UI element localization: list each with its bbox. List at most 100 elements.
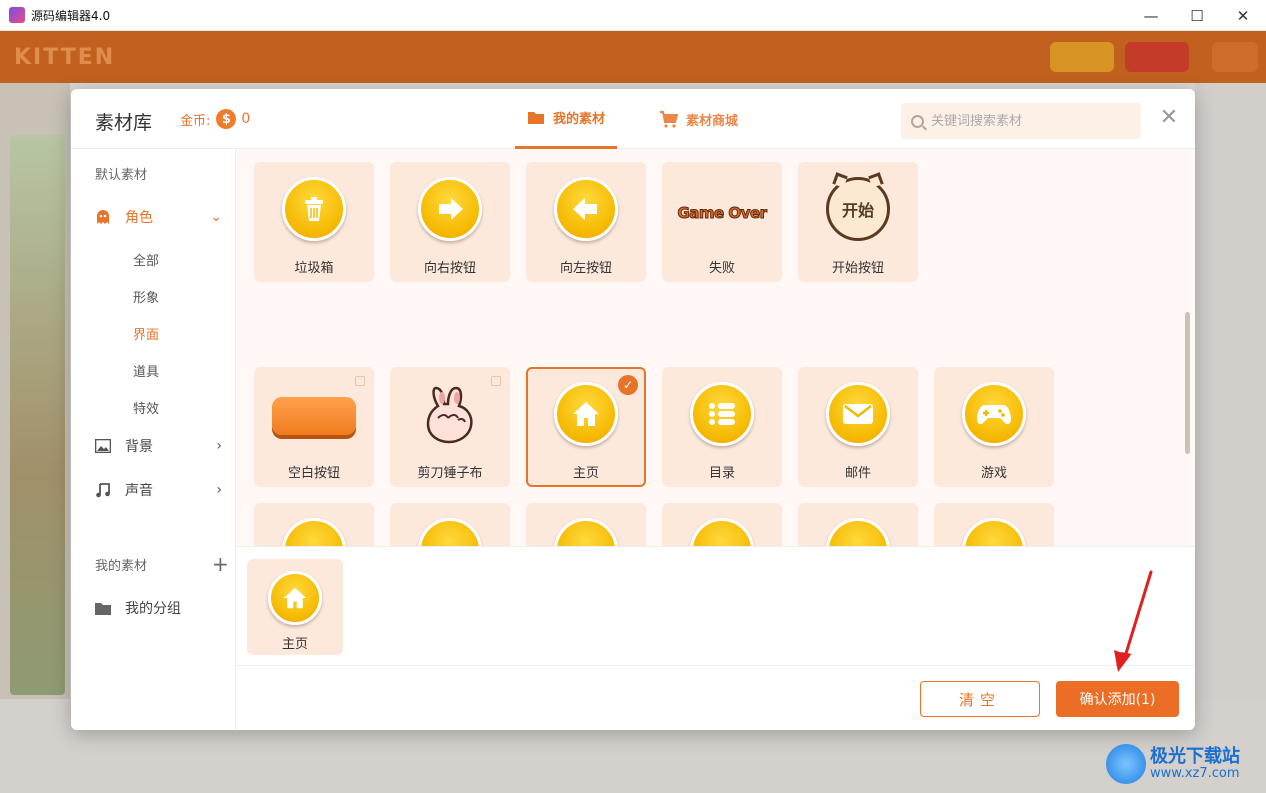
material-label: 开始按钮 <box>831 261 884 276</box>
material-label: 主页 <box>281 637 308 652</box>
gamepad-icon <box>962 382 1026 446</box>
coins-display: 金币: $ 0 <box>180 109 250 129</box>
list-icon <box>690 382 754 446</box>
material-card-left-button[interactable]: 向左按钮 <box>526 162 646 282</box>
minimize-button[interactable]: — <box>1128 0 1174 31</box>
game-over-icon: Game Over <box>674 200 770 226</box>
material-label: 向右按钮 <box>423 261 476 276</box>
material-card-rock-paper-scissors[interactable]: 剪刀锤子布 <box>390 367 510 487</box>
material-card-partial[interactable] <box>662 503 782 546</box>
folder-icon <box>95 600 111 616</box>
coin-icon: $ <box>216 109 237 129</box>
chevron-right-icon: › <box>216 438 222 454</box>
material-label: 邮件 <box>844 466 871 481</box>
material-card-mail[interactable]: 邮件 <box>798 367 918 487</box>
coin-button-icon <box>690 518 754 546</box>
coins-label: 金币: <box>180 113 211 129</box>
sidebar-subitem-all[interactable]: 全部 <box>133 250 159 269</box>
image-icon <box>95 438 111 454</box>
tab-my-materials[interactable]: 我的素材 <box>515 89 617 149</box>
material-card-partial[interactable] <box>526 503 646 546</box>
arrow-right-icon <box>418 177 482 241</box>
app-logo: KITTEN <box>14 45 116 70</box>
coin-button-icon <box>962 518 1026 546</box>
material-card-partial[interactable] <box>934 503 1054 546</box>
rock-paper-scissors-icon <box>418 382 482 446</box>
sidebar-item-label: 背景 <box>125 439 153 455</box>
sidebar-item-backgrounds[interactable]: 背景 › <box>95 434 230 458</box>
maximize-button[interactable]: ☐ <box>1174 0 1220 31</box>
home-icon <box>268 571 322 625</box>
sidebar-item-label: 角色 <box>125 210 153 226</box>
material-card-game-over[interactable]: Game Over 失败 <box>662 162 782 282</box>
material-card-blank-button[interactable]: 空白按钮 <box>254 367 374 487</box>
my-materials-heading: 我的素材 <box>95 559 148 574</box>
blank-button-icon <box>272 397 356 435</box>
material-label: 失败 <box>708 261 735 276</box>
material-card-partial[interactable] <box>798 503 918 546</box>
dialog-title: 素材库 <box>95 112 153 134</box>
clear-button[interactable]: 清空 <box>920 681 1040 717</box>
tab-material-store[interactable]: 素材商城 <box>659 89 759 149</box>
publish-pill <box>1125 42 1189 72</box>
right-panel-dimmed <box>1195 83 1266 793</box>
material-card-partial[interactable] <box>390 503 510 546</box>
chevron-down-icon: ⌄ <box>210 209 222 225</box>
coin-button-icon <box>282 518 346 546</box>
watermark-text: 极光下载站 <box>1150 745 1240 767</box>
material-card-home[interactable]: ✓ 主页 <box>526 367 646 487</box>
add-group-button[interactable]: + <box>212 554 229 574</box>
left-panel-dimmed <box>0 83 70 793</box>
material-label: 垃圾箱 <box>294 261 334 276</box>
dialog-header: 素材库 金币: $ 0 我的素材 素材商城 ✕ <box>71 89 1195 149</box>
confirm-add-button[interactable]: 确认添加(1) <box>1056 681 1179 717</box>
material-label: 游戏 <box>980 466 1007 481</box>
close-window-button[interactable]: ✕ <box>1220 0 1266 31</box>
default-materials-heading: 默认素材 <box>95 168 148 183</box>
search-input[interactable] <box>931 113 1131 129</box>
watermark-logo-icon <box>1106 744 1146 784</box>
sidebar-item-characters[interactable]: 角色 ⌄ <box>95 205 230 229</box>
selected-material-home[interactable]: 主页 <box>247 559 343 655</box>
ghost-icon <box>95 209 111 225</box>
music-note-icon <box>95 482 111 498</box>
sidebar-subitem-interface[interactable]: 界面 <box>133 324 159 343</box>
close-dialog-button[interactable]: ✕ <box>1157 106 1181 130</box>
sidebar-item-my-group[interactable]: 我的分组 <box>95 596 230 620</box>
copy-icon <box>491 376 501 386</box>
window-title-bar: 源码编辑器4.0 — ☐ ✕ <box>0 0 1266 31</box>
material-card-partial[interactable] <box>254 503 374 546</box>
start-icon: 开始 <box>826 172 890 241</box>
sidebar-item-label: 声音 <box>125 483 153 499</box>
app-top-bar: KITTEN <box>0 31 1266 83</box>
trash-icon <box>282 177 346 241</box>
tab-label: 素材商城 <box>686 113 739 129</box>
material-label: 向左按钮 <box>559 261 612 276</box>
search-icon <box>911 114 924 128</box>
home-icon <box>554 382 618 446</box>
cart-icon <box>660 110 678 128</box>
material-card-trash[interactable]: 垃圾箱 <box>254 162 374 282</box>
coin-button-icon <box>826 518 890 546</box>
material-card-catalog[interactable]: 目录 <box>662 367 782 487</box>
tab-label: 我的素材 <box>552 112 605 127</box>
material-library-dialog: 素材库 金币: $ 0 我的素材 素材商城 ✕ 默认素材 角色 ⌄ <box>71 89 1195 730</box>
material-card-game[interactable]: 游戏 <box>934 367 1054 487</box>
watermark: 极光下载站 www.xz7.com <box>1106 740 1261 788</box>
material-card-start-button[interactable]: 开始 开始按钮 <box>798 162 918 282</box>
material-label: 主页 <box>572 466 599 481</box>
mail-icon <box>826 382 890 446</box>
sidebar-subitem-props[interactable]: 道具 <box>133 361 159 380</box>
grid-scrollbar[interactable] <box>1185 312 1190 454</box>
check-icon: ✓ <box>618 375 638 395</box>
start-text: 开始 <box>841 201 874 220</box>
search-box[interactable] <box>901 103 1141 139</box>
material-card-right-button[interactable]: 向右按钮 <box>390 162 510 282</box>
game-over-text: Game Over <box>677 204 768 223</box>
material-label: 空白按钮 <box>287 466 340 481</box>
stage-preview <box>10 135 65 695</box>
save-pill <box>1050 42 1114 72</box>
sidebar-item-sounds[interactable]: 声音 › <box>95 478 230 502</box>
sidebar-subitem-figures[interactable]: 形象 <box>133 287 159 306</box>
sidebar-subitem-effects[interactable]: 特效 <box>133 398 159 417</box>
